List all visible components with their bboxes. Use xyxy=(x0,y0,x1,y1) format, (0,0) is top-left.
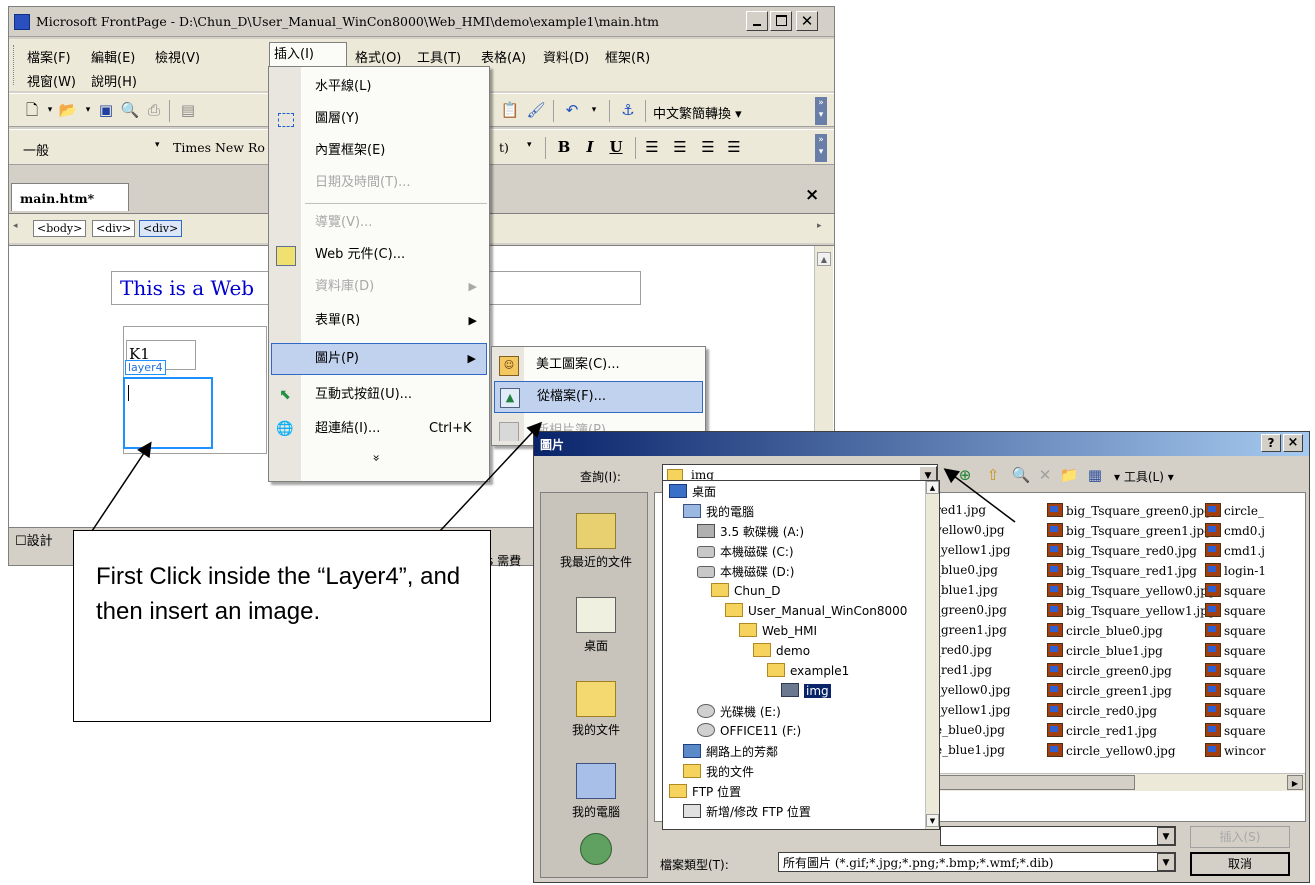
arrow-to-from-file xyxy=(439,421,543,532)
arrow-to-layer4 xyxy=(91,441,152,532)
callout-text: First Click inside the “Layer4”, and the… xyxy=(96,563,461,625)
arrow-to-look-in xyxy=(943,468,1016,523)
annotation-arrows xyxy=(91,421,1016,532)
instruction-callout: First Click inside the “Layer4”, and the… xyxy=(73,530,491,722)
